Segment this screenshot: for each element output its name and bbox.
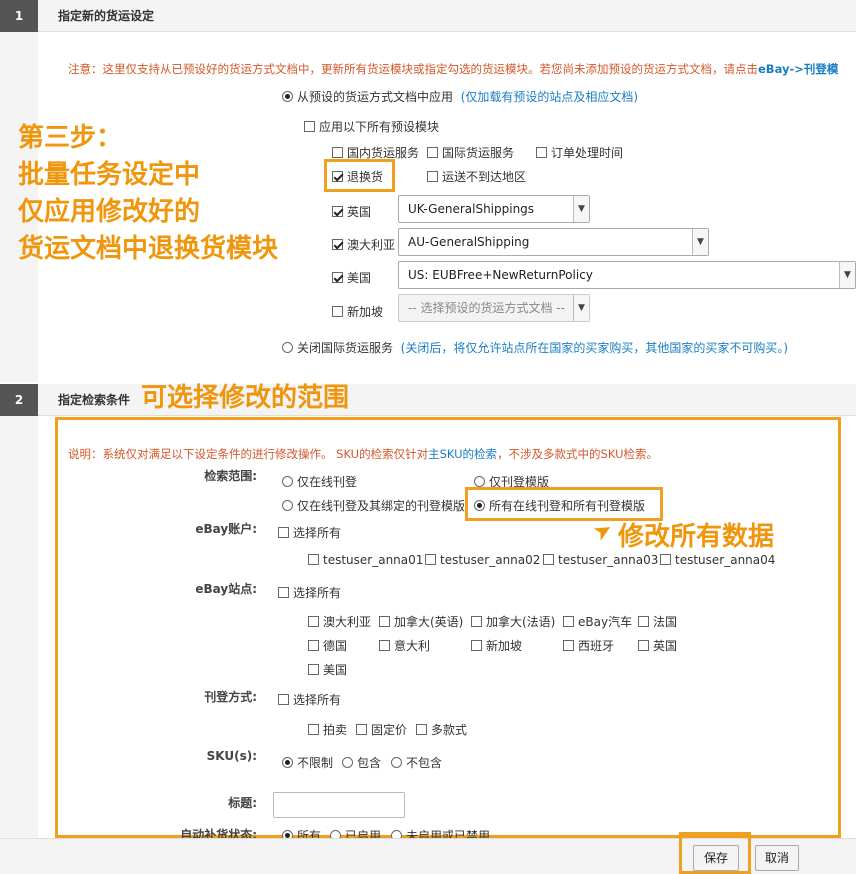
chevron-down-icon: ▼ — [573, 295, 589, 321]
section-1-notice: 注意：这里仅支持从已预设好的货运方式文档中，更新所有货运模块或指定勾选的货运模块… — [68, 62, 839, 76]
listing-type-item[interactable]: 多款式 — [416, 721, 467, 738]
apply-from-preset-radio[interactable] — [282, 91, 293, 102]
restock-label: 自动补货状态: — [180, 828, 257, 838]
ebay-account-label: eBay账户: — [195, 522, 257, 536]
site-sg[interactable]: 新加坡 — [332, 303, 383, 320]
listing-type-item[interactable]: 拍卖 — [308, 721, 347, 738]
site-au[interactable]: 澳大利亚 — [332, 236, 395, 253]
site-item[interactable]: 新加坡 — [471, 637, 522, 654]
chevron-down-icon: ▼ — [692, 229, 708, 255]
range-annotation: 可选择修改的范围 — [141, 383, 350, 413]
site-item[interactable]: 澳大利亚 — [308, 613, 371, 630]
listing-type-item[interactable]: 固定价 — [356, 721, 407, 738]
close-intl-option[interactable]: 关闭国际货运服务 (关闭后，将仅允许站点所在国家的买家购买，其他国家的买家不可购… — [282, 339, 788, 356]
scope-all-highlight-box — [465, 487, 663, 521]
listing-type-select-all[interactable]: 选择所有 — [278, 691, 341, 708]
site-item[interactable]: 美国 — [308, 661, 347, 678]
close-intl-radio[interactable] — [282, 342, 293, 353]
site-sg-select[interactable]: -- 选择预设的货运方式文档 -- ▼ — [398, 294, 590, 322]
module-handling-time[interactable]: 订单处理时间 — [536, 144, 623, 161]
site-uk-select[interactable]: UK-GeneralShippings ▼ — [398, 195, 590, 223]
section-1-number: 1 — [0, 0, 38, 32]
modify-all-annotation: 修改所有数据 — [618, 522, 775, 552]
listing-template-link[interactable]: eBay->刊登模 — [758, 62, 838, 76]
site-item[interactable]: 德国 — [308, 637, 347, 654]
account-item[interactable]: testuser_anna02 — [425, 553, 540, 567]
apply-from-preset-option[interactable]: 从预设的货运方式文档中应用 (仅加载有预设的站点及相应文档) — [282, 88, 638, 105]
restock-all[interactable]: 所有 — [282, 827, 321, 838]
section-2-notice: 说明：系统仅对满足以下设定条件的进行修改操作。 SKU的检索仅针对主SKU的检索… — [68, 447, 659, 461]
site-item[interactable]: 英国 — [638, 637, 677, 654]
account-item[interactable]: testuser_anna04 — [660, 553, 775, 567]
chevron-down-icon: ▼ — [839, 262, 855, 288]
title-input[interactable] — [273, 792, 405, 818]
site-item[interactable]: eBay汽车 — [563, 613, 632, 630]
module-exclude-locations[interactable]: 运送不到达地区 — [427, 168, 526, 185]
section-2-gutter — [0, 416, 38, 838]
site-us-select[interactable]: US: EUBFree+NewReturnPolicy ▼ — [398, 261, 856, 289]
sku-unlimited[interactable]: 不限制 — [282, 754, 333, 771]
section-2-header: 2 指定检索条件 — [0, 384, 856, 416]
apply-all-modules-option[interactable]: 应用以下所有预设模块 — [304, 118, 439, 135]
section-1-title: 指定新的货运设定 — [58, 9, 155, 23]
apply-all-modules-checkbox[interactable] — [304, 121, 315, 132]
sku-include[interactable]: 包含 — [342, 754, 381, 771]
site-item[interactable]: 法国 — [638, 613, 677, 630]
sku-label: SKU(s): — [206, 749, 257, 763]
account-item[interactable]: testuser_anna03 — [543, 553, 658, 567]
section-2-title: 指定检索条件 — [58, 393, 131, 407]
listing-type-label: 刊登方式: — [204, 690, 257, 704]
account-select-all[interactable]: 选择所有 — [278, 524, 341, 541]
module-international[interactable]: 国际货运服务 — [427, 144, 514, 161]
restock-enabled[interactable]: 已启用 — [330, 827, 381, 838]
section-1-header: 1 指定新的货运设定 — [0, 0, 856, 32]
ebay-site-label: eBay站点: — [195, 582, 257, 596]
site-select-all[interactable]: 选择所有 — [278, 584, 341, 601]
scope-online-bound[interactable]: 仅在线刊登及其绑定的刊登模版 — [282, 497, 465, 514]
step3-annotation: 第三步： 批量任务设定中 仅应用修改好的 货运文档中退换货模块 — [18, 123, 279, 264]
section-2-number: 2 — [0, 384, 38, 416]
sku-exclude[interactable]: 不包含 — [391, 754, 442, 771]
site-item[interactable]: 加拿大(英语) — [379, 613, 463, 630]
save-highlight-box — [679, 832, 751, 874]
site-item[interactable]: 加拿大(法语) — [471, 613, 555, 630]
title-label: 标题: — [228, 796, 257, 810]
site-au-select[interactable]: AU-GeneralShipping ▼ — [398, 228, 709, 256]
cancel-button[interactable]: 取消 — [755, 845, 799, 871]
restock-disabled[interactable]: 未启用或已禁用 — [391, 827, 490, 838]
chevron-down-icon: ▼ — [573, 196, 589, 222]
site-item[interactable]: 西班牙 — [563, 637, 614, 654]
returns-highlight-box — [324, 159, 395, 192]
search-scope-label: 检索范围: — [204, 469, 257, 483]
site-us[interactable]: 美国 — [332, 269, 371, 286]
site-item[interactable]: 意大利 — [379, 637, 430, 654]
account-item[interactable]: testuser_anna01 — [308, 553, 423, 567]
scope-online[interactable]: 仅在线刊登 — [282, 473, 357, 490]
site-uk[interactable]: 英国 — [332, 203, 371, 220]
